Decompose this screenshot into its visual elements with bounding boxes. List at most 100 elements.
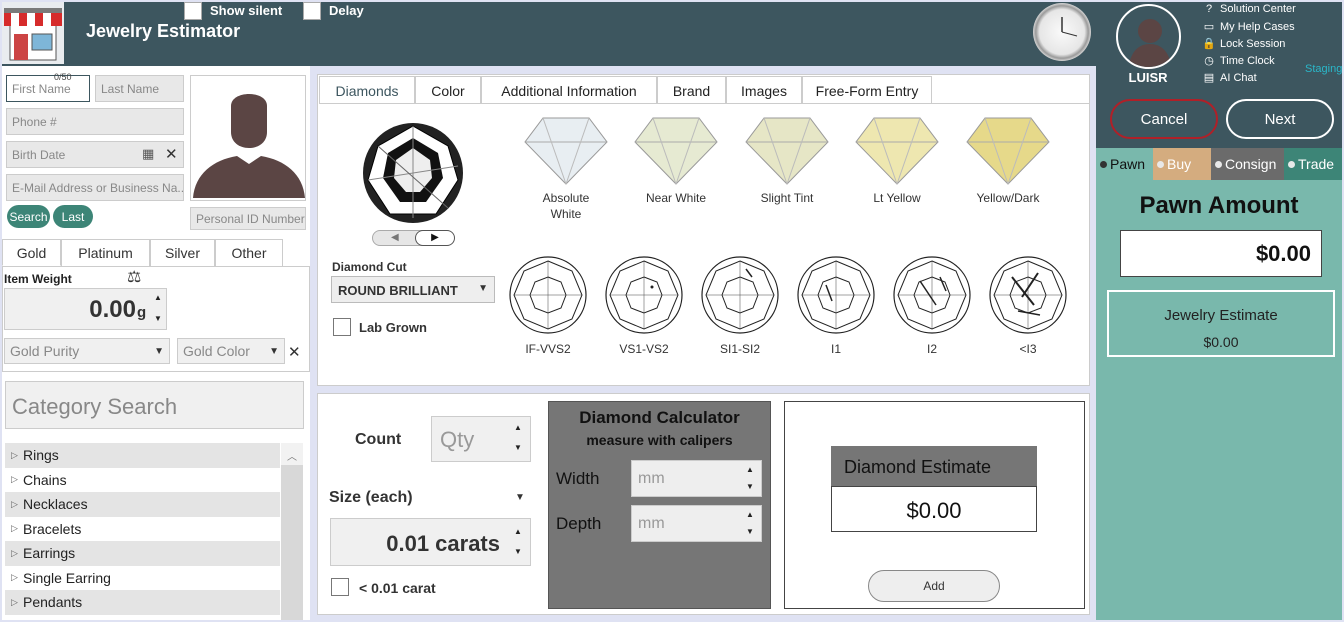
small-carat-checkbox[interactable] (331, 578, 349, 596)
width-down-icon[interactable]: ▼ (746, 482, 754, 491)
chat-icon: ▤ (1203, 72, 1215, 84)
category-item-rings[interactable]: ▷ Rings (5, 443, 280, 468)
delay-label: Delay (329, 3, 364, 18)
color-option-near-white[interactable]: Near White (628, 110, 724, 206)
first-name-input[interactable]: First Name (6, 75, 90, 102)
folder-icon: ▭ (1203, 21, 1215, 33)
tab-buy[interactable]: Buy (1153, 148, 1211, 180)
depth-down-icon[interactable]: ▼ (746, 527, 754, 536)
size-up-icon[interactable]: ▲ (514, 527, 522, 536)
tab-consign[interactable]: Consign (1211, 148, 1284, 180)
diamond-estimate-label: Diamond Estimate (831, 446, 1037, 487)
color-option-slight-tint[interactable]: Slight Tint (739, 110, 835, 206)
category-item-earrings[interactable]: ▷ Earrings (5, 541, 280, 566)
qty-up-icon[interactable]: ▲ (514, 423, 522, 432)
clarity-option-i1[interactable]: I1 (796, 255, 876, 356)
last-name-input[interactable]: Last Name (95, 75, 184, 102)
tab-trade[interactable]: Trade (1284, 148, 1342, 180)
ai-chat-link[interactable]: ▤ AI Chat (1202, 71, 1257, 85)
time-clock-link[interactable]: ◷ Time Clock (1202, 54, 1274, 68)
size-down-icon[interactable]: ▼ (514, 547, 522, 556)
diamond-pager: ◀ ▶ (372, 230, 455, 246)
diamond-cut-select[interactable]: ROUND BRILLIANT ▼ (331, 276, 495, 303)
size-input[interactable]: 0.01 carats (330, 518, 531, 566)
width-input[interactable]: mm (631, 460, 762, 497)
tab-additional-information[interactable]: Additional Information (481, 76, 657, 104)
clarity-option-if-vvs2[interactable]: IF-VVS2 (508, 255, 588, 356)
color-option-absolute-white[interactable]: Absolute White (518, 110, 614, 222)
clock-icon (1033, 3, 1091, 61)
category-scrollbar[interactable]: ︿ (281, 443, 303, 620)
clarity-option-si1-si2[interactable]: SI1-SI2 (700, 255, 780, 356)
tab-diamonds[interactable]: Diamonds (319, 76, 415, 104)
solution-center-link[interactable]: ? Solution Center (1202, 3, 1296, 15)
clarity-option-i2[interactable]: I2 (892, 255, 972, 356)
weight-up-icon[interactable]: ▲ (154, 293, 162, 302)
category-item-chains[interactable]: ▷ Chains (5, 468, 280, 493)
category-item-bracelets[interactable]: ▷ Bracelets (5, 517, 280, 542)
clarity-option-i3[interactable]: <I3 (988, 255, 1068, 356)
category-item-pendants[interactable]: ▷ Pendants (5, 590, 280, 615)
category-search-input[interactable]: Category Search (5, 381, 304, 429)
environment-label: Staging (1305, 63, 1343, 75)
scale-icon[interactable]: ⚖ (127, 267, 141, 287)
time-clock-icon: ◷ (1204, 55, 1214, 67)
birth-date-input[interactable]: Birth Date (6, 141, 184, 168)
next-icon[interactable]: ▶ (415, 230, 455, 246)
gold-color-select[interactable]: Gold Color ▼ (177, 338, 285, 364)
clear-gold-color-icon[interactable]: ✕ (288, 343, 301, 361)
depth-input[interactable]: mm (631, 505, 762, 542)
tab-images[interactable]: Images (726, 76, 802, 104)
clear-date-icon[interactable]: ✕ (165, 145, 178, 163)
color-option-yellow-dark[interactable]: Yellow/Dark (960, 110, 1056, 206)
customer-photo[interactable] (190, 75, 306, 201)
clarity-option-vs1-vs2[interactable]: VS1-VS2 (604, 255, 684, 356)
help-icon: ? (1205, 3, 1213, 15)
gold-purity-select[interactable]: Gold Purity ▼ (4, 338, 170, 364)
size-label: Size (each) (329, 489, 413, 506)
color-option-lt-yellow[interactable]: Lt Yellow (849, 110, 945, 206)
my-help-cases-link[interactable]: ▭ My Help Cases (1202, 20, 1295, 34)
expand-icon: ▷ (11, 523, 18, 534)
personal-id-input[interactable]: Personal ID Number (190, 207, 306, 230)
tab-color[interactable]: Color (415, 76, 481, 104)
tab-platinum[interactable]: Platinum (61, 239, 150, 266)
category-item-necklaces[interactable]: ▷ Necklaces (5, 492, 280, 517)
size-dropdown-icon[interactable]: ▼ (515, 492, 525, 503)
weight-down-icon[interactable]: ▼ (154, 314, 162, 323)
search-button[interactable]: Search (7, 205, 50, 228)
previous-icon[interactable]: ◀ (391, 232, 399, 243)
tab-gold[interactable]: Gold (2, 239, 61, 266)
tab-other[interactable]: Other (215, 239, 283, 266)
phone-input[interactable]: Phone # (6, 108, 184, 135)
calendar-icon[interactable]: ▦ (142, 146, 154, 162)
category-item-single-earring[interactable]: ▷ Single Earring (5, 566, 280, 591)
qty-down-icon[interactable]: ▼ (514, 443, 522, 452)
add-button[interactable]: Add (868, 570, 1000, 602)
gem-icon (855, 117, 939, 185)
tab-silver[interactable]: Silver (150, 239, 215, 266)
tab-brand[interactable]: Brand (657, 76, 726, 104)
lab-grown-checkbox[interactable] (333, 318, 351, 336)
user-avatar[interactable] (1116, 4, 1181, 69)
lock-session-link[interactable]: 🔒 Lock Session (1202, 37, 1285, 51)
depth-up-icon[interactable]: ▲ (746, 510, 754, 519)
email-input[interactable]: E-Mail Address or Business Na... (6, 174, 184, 201)
pawn-amount-field[interactable]: $0.00 (1120, 230, 1322, 277)
last-button[interactable]: Last (53, 205, 93, 228)
diamond-estimate-value: $0.00 (831, 486, 1037, 532)
cancel-button[interactable]: Cancel (1110, 99, 1218, 139)
width-up-icon[interactable]: ▲ (746, 465, 754, 474)
jewelry-estimate-card[interactable]: Jewelry Estimate $0.00 (1107, 290, 1335, 357)
tab-free-form-entry[interactable]: Free-Form Entry (802, 76, 932, 104)
calculator-subtitle: measure with calipers (586, 432, 733, 448)
gem-icon (524, 117, 608, 185)
weight-unit: g (137, 304, 147, 321)
user-name: LUISR (1128, 70, 1168, 85)
next-button[interactable]: Next (1226, 99, 1334, 139)
tab-pawn[interactable]: Pawn (1096, 148, 1153, 180)
scroll-up-icon[interactable]: ︿ (281, 443, 303, 465)
item-weight-label: Item Weight (4, 272, 72, 286)
show-silent-checkbox[interactable] (184, 2, 202, 20)
delay-checkbox[interactable] (303, 2, 321, 20)
